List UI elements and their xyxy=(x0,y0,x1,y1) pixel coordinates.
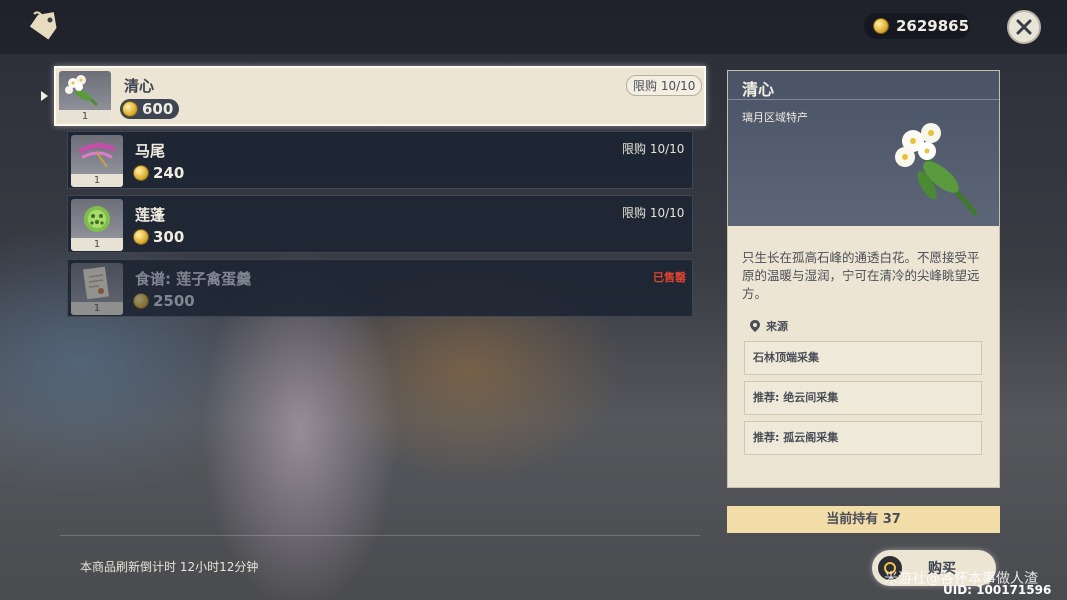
item-thumbnail: 1 xyxy=(71,263,123,315)
close-button[interactable] xyxy=(1007,10,1041,44)
item-thumbnail: 1 xyxy=(59,71,111,123)
item-thumbnail: 1 xyxy=(71,135,123,187)
mora-counter: 2629865 xyxy=(864,13,970,39)
item-thumbnail: 1 xyxy=(71,199,123,251)
source-entry[interactable]: 推荐: 绝云间采集 xyxy=(744,381,982,415)
qingxin-flower-icon xyxy=(895,123,978,216)
item-quantity: 1 xyxy=(59,110,111,123)
item-quantity: 1 xyxy=(71,238,123,251)
refresh-countdown: 本商品刷新倒计时 12小时12分钟 xyxy=(80,560,259,574)
item-quantity: 1 xyxy=(71,302,123,315)
item-price-value: 300 xyxy=(153,228,185,246)
item-quantity: 1 xyxy=(71,174,123,187)
source-heading: 来源 xyxy=(750,318,788,334)
detail-description: 只生长在孤高石峰的通透白花。不愿接受平原的温暖与湿润，宁可在清冷的尖峰眺望远方。 xyxy=(742,250,980,301)
item-name: 莲蓬 xyxy=(135,206,166,224)
mora-coin-icon xyxy=(122,101,138,117)
close-icon xyxy=(1016,19,1032,35)
shop-item-horsetail[interactable]: 1 马尾 240 限购 10/10 xyxy=(67,131,693,189)
qingxin-flower-icon xyxy=(65,75,99,107)
owned-count: 当前持有 37 xyxy=(727,506,1000,533)
item-price-value: 240 xyxy=(153,164,185,182)
mora-coin-icon xyxy=(133,229,149,245)
item-detail-panel: 清心 璃月区域特产 只生长在孤高石峰的通透白花。不愿接受平原的温暖与湿润，宁可在… xyxy=(727,70,1000,488)
item-name: 食谱: 莲子禽蛋羹 xyxy=(135,270,252,288)
item-price: 300 xyxy=(133,228,184,246)
item-price: 2500 xyxy=(133,292,195,310)
detail-title: 清心 xyxy=(742,80,775,99)
mora-amount: 2629865 xyxy=(896,17,970,35)
detail-divider xyxy=(728,99,999,100)
mora-coin-icon xyxy=(133,165,149,181)
price-tag-icon xyxy=(29,11,57,40)
mora-coin-icon xyxy=(133,293,149,309)
item-name: 清心 xyxy=(124,77,155,95)
detail-subtitle: 璃月区域特产 xyxy=(742,111,808,124)
location-pin-icon xyxy=(750,320,760,332)
item-name: 马尾 xyxy=(135,142,166,160)
mora-coin-icon xyxy=(873,18,889,34)
shop-item-lotus-head[interactable]: 1 莲蓬 300 限购 10/10 xyxy=(67,195,693,253)
item-price-value: 600 xyxy=(142,100,174,118)
player-uid: UID: 100171596 xyxy=(943,583,1052,597)
detail-header: 清心 璃月区域特产 xyxy=(728,71,999,226)
purchase-limit: 限购 10/10 xyxy=(626,75,703,96)
lotus-head-icon xyxy=(84,206,110,232)
purchase-limit: 限购 10/10 xyxy=(622,142,685,156)
footer-divider xyxy=(60,535,700,536)
sold-out-label: 已售罄 xyxy=(653,271,686,284)
source-entry[interactable]: 推荐: 孤云阁采集 xyxy=(744,421,982,455)
item-price: 240 xyxy=(133,164,184,182)
source-label: 来源 xyxy=(766,320,788,333)
shop-item-qingxin[interactable]: 1 清心 600 限购 10/10 xyxy=(54,66,706,126)
source-entry[interactable]: 石林顶端采集 xyxy=(744,341,982,375)
selection-arrow-icon xyxy=(41,91,48,101)
recipe-icon xyxy=(83,266,109,300)
top-bar: 2629865 xyxy=(0,0,1067,54)
item-price: 600 xyxy=(120,99,180,119)
shop-item-recipe[interactable]: 1 食谱: 莲子禽蛋羹 2500 已售罄 xyxy=(67,259,693,317)
purchase-limit: 限购 10/10 xyxy=(622,206,685,220)
item-price-value: 2500 xyxy=(153,292,195,310)
horsetail-icon xyxy=(78,143,116,168)
